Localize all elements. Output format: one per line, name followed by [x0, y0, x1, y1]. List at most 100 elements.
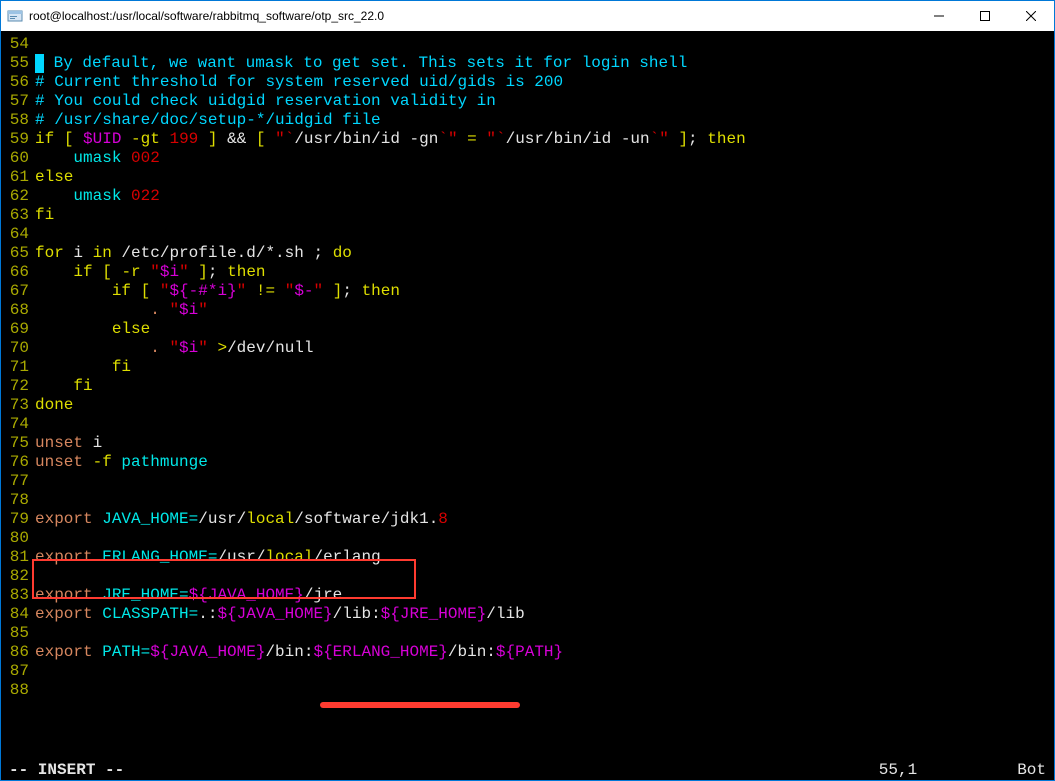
- code-content[interactable]: # Current threshold for system reserved …: [35, 73, 1048, 92]
- code-content[interactable]: umask 002: [35, 149, 1048, 168]
- code-line[interactable]: 78: [7, 491, 1048, 510]
- line-number: 83: [7, 586, 35, 605]
- line-number: 56: [7, 73, 35, 92]
- code-line[interactable]: 70 . "$i" >/dev/null: [7, 339, 1048, 358]
- window-title: root@localhost:/usr/local/software/rabbi…: [29, 9, 916, 23]
- code-line[interactable]: 83export JRE_HOME=${JAVA_HOME}/jre: [7, 586, 1048, 605]
- code-content[interactable]: export JRE_HOME=${JAVA_HOME}/jre: [35, 586, 1048, 605]
- code-line[interactable]: 67 if [ "${-#*i}" != "$-" ]; then: [7, 282, 1048, 301]
- code-line[interactable]: 73done: [7, 396, 1048, 415]
- line-number: 86: [7, 643, 35, 662]
- code-line[interactable]: 61else: [7, 168, 1048, 187]
- code-content[interactable]: . "$i": [35, 301, 1048, 320]
- line-number: 85: [7, 624, 35, 643]
- code-content[interactable]: umask 022: [35, 187, 1048, 206]
- line-number: 73: [7, 396, 35, 415]
- line-number: 60: [7, 149, 35, 168]
- code-content[interactable]: unset -f pathmunge: [35, 453, 1048, 472]
- line-number: 78: [7, 491, 35, 510]
- line-number: 66: [7, 263, 35, 282]
- code-line[interactable]: 74: [7, 415, 1048, 434]
- code-line[interactable]: 64: [7, 225, 1048, 244]
- code-content[interactable]: export PATH=${JAVA_HOME}/bin:${ERLANG_HO…: [35, 643, 1048, 662]
- code-line[interactable]: 72 fi: [7, 377, 1048, 396]
- code-content[interactable]: . "$i" >/dev/null: [35, 339, 1048, 358]
- code-line[interactable]: 75unset i: [7, 434, 1048, 453]
- code-line[interactable]: 82: [7, 567, 1048, 586]
- code-line[interactable]: 77: [7, 472, 1048, 491]
- line-number: 72: [7, 377, 35, 396]
- code-content[interactable]: export JAVA_HOME=/usr/local/software/jdk…: [35, 510, 1048, 529]
- line-number: 62: [7, 187, 35, 206]
- line-number: 88: [7, 681, 35, 700]
- code-content[interactable]: if [ "${-#*i}" != "$-" ]; then: [35, 282, 1048, 301]
- line-number: 64: [7, 225, 35, 244]
- terminal-editor[interactable]: 5455# By default, we want umask to get s…: [1, 31, 1054, 760]
- code-content[interactable]: export CLASSPATH=.:${JAVA_HOME}/lib:${JR…: [35, 605, 1048, 624]
- code-line[interactable]: 84export CLASSPATH=.:${JAVA_HOME}/lib:${…: [7, 605, 1048, 624]
- line-number: 63: [7, 206, 35, 225]
- code-line[interactable]: 56# Current threshold for system reserve…: [7, 73, 1048, 92]
- code-content[interactable]: for i in /etc/profile.d/*.sh ; do: [35, 244, 1048, 263]
- code-line[interactable]: 55# By default, we want umask to get set…: [7, 54, 1048, 73]
- code-line[interactable]: 58# /usr/share/doc/setup-*/uidgid file: [7, 111, 1048, 130]
- code-content[interactable]: # By default, we want umask to get set. …: [35, 54, 1048, 73]
- code-content[interactable]: unset i: [35, 434, 1048, 453]
- line-number: 58: [7, 111, 35, 130]
- code-line[interactable]: 69 else: [7, 320, 1048, 339]
- line-number: 69: [7, 320, 35, 339]
- line-number: 84: [7, 605, 35, 624]
- code-content[interactable]: if [ $UID -gt 199 ] && [ "`/usr/bin/id -…: [35, 130, 1048, 149]
- app-icon: [7, 8, 23, 24]
- line-number: 80: [7, 529, 35, 548]
- code-line[interactable]: 62 umask 022: [7, 187, 1048, 206]
- minimize-button[interactable]: [916, 1, 962, 31]
- code-line[interactable]: 54: [7, 35, 1048, 54]
- code-content[interactable]: if [ -r "$i" ]; then: [35, 263, 1048, 282]
- code-line[interactable]: 71 fi: [7, 358, 1048, 377]
- code-line[interactable]: 63fi: [7, 206, 1048, 225]
- line-number: 67: [7, 282, 35, 301]
- line-number: 74: [7, 415, 35, 434]
- window-controls: [916, 1, 1054, 31]
- code-line[interactable]: 59if [ $UID -gt 199 ] && [ "`/usr/bin/id…: [7, 130, 1048, 149]
- titlebar[interactable]: root@localhost:/usr/local/software/rabbi…: [1, 1, 1054, 31]
- line-number: 68: [7, 301, 35, 320]
- code-line[interactable]: 68 . "$i": [7, 301, 1048, 320]
- line-number: 79: [7, 510, 35, 529]
- code-content[interactable]: fi: [35, 358, 1048, 377]
- code-line[interactable]: 76unset -f pathmunge: [7, 453, 1048, 472]
- code-line[interactable]: 60 umask 002: [7, 149, 1048, 168]
- code-line[interactable]: 88: [7, 681, 1048, 700]
- code-line[interactable]: 57# You could check uidgid reservation v…: [7, 92, 1048, 111]
- code-content[interactable]: # You could check uidgid reservation val…: [35, 92, 1048, 111]
- line-number: 82: [7, 567, 35, 586]
- code-line[interactable]: 80: [7, 529, 1048, 548]
- code-content[interactable]: # /usr/share/doc/setup-*/uidgid file: [35, 111, 1048, 130]
- code-content[interactable]: export ERLANG_HOME=/usr/local/erlang: [35, 548, 1048, 567]
- line-number: 76: [7, 453, 35, 472]
- window: root@localhost:/usr/local/software/rabbi…: [0, 0, 1055, 781]
- line-number: 70: [7, 339, 35, 358]
- code-line[interactable]: 66 if [ -r "$i" ]; then: [7, 263, 1048, 282]
- code-line[interactable]: 87: [7, 662, 1048, 681]
- maximize-button[interactable]: [962, 1, 1008, 31]
- line-number: 75: [7, 434, 35, 453]
- close-button[interactable]: [1008, 1, 1054, 31]
- code-line[interactable]: 65for i in /etc/profile.d/*.sh ; do: [7, 244, 1048, 263]
- status-line: -- INSERT -- 55,1 Bot: [1, 760, 1054, 780]
- code-content[interactable]: else: [35, 168, 1048, 187]
- code-content[interactable]: else: [35, 320, 1048, 339]
- code-line[interactable]: 79export JAVA_HOME=/usr/local/software/j…: [7, 510, 1048, 529]
- text-cursor: #: [35, 54, 44, 73]
- code-content[interactable]: fi: [35, 206, 1048, 225]
- editor-mode: -- INSERT --: [9, 761, 124, 779]
- line-number: 55: [7, 54, 35, 73]
- code-line[interactable]: 81export ERLANG_HOME=/usr/local/erlang: [7, 548, 1048, 567]
- code-content[interactable]: fi: [35, 377, 1048, 396]
- scroll-position: Bot: [1017, 761, 1046, 779]
- line-number: 65: [7, 244, 35, 263]
- code-line[interactable]: 85: [7, 624, 1048, 643]
- code-content[interactable]: done: [35, 396, 1048, 415]
- code-line[interactable]: 86export PATH=${JAVA_HOME}/bin:${ERLANG_…: [7, 643, 1048, 662]
